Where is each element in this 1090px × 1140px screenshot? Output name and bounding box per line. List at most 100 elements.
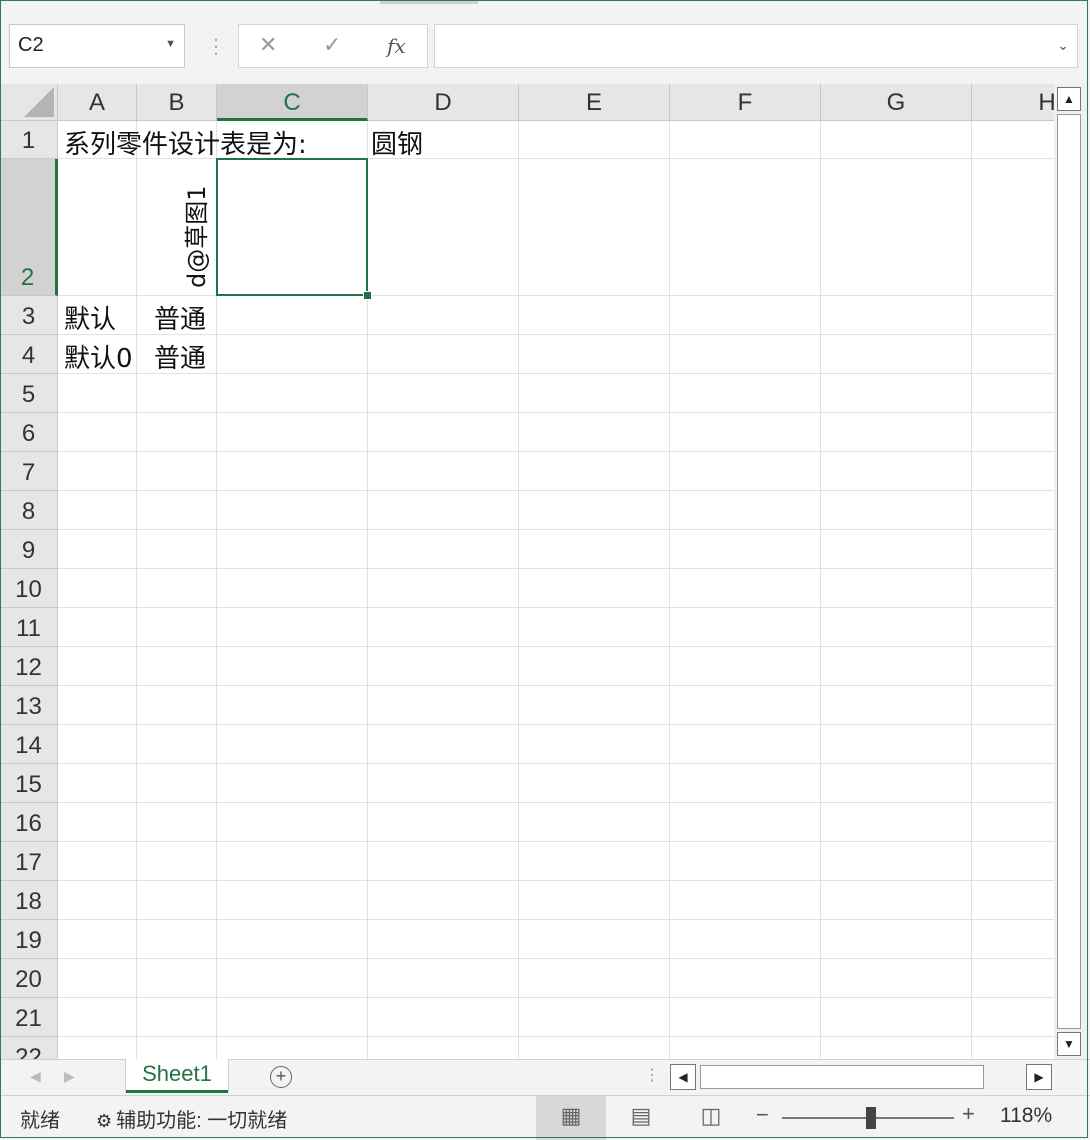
cell-d1[interactable]: 圆钢 <box>371 124 423 161</box>
row-header-7[interactable]: 7 <box>0 452 58 491</box>
name-box[interactable]: C2 ▼ <box>9 24 185 68</box>
status-bar: 就绪 ⚙ 辅助功能: 一切就绪 ▦ ▤ ◫ − + 118% <box>0 1095 1090 1140</box>
page-break-view-icon[interactable]: ◫ <box>676 1096 746 1140</box>
cell-a1[interactable]: 系列零件设计表是为: <box>64 124 307 161</box>
row-header-14[interactable]: 14 <box>0 725 58 764</box>
row-header-4[interactable]: 4 <box>0 335 58 374</box>
enter-icon[interactable]: ✓ <box>323 32 341 58</box>
row-header-12[interactable]: 12 <box>0 647 58 686</box>
row-number: 6 <box>21 420 36 447</box>
scroll-up-icon[interactable]: ▲ <box>1057 87 1081 111</box>
gridline-horizontal <box>58 646 1054 647</box>
cancel-icon[interactable]: ✕ <box>259 32 277 58</box>
column-header-a[interactable]: A <box>58 84 137 121</box>
row-number: 2 <box>20 264 35 291</box>
row-header-16[interactable]: 16 <box>0 803 58 842</box>
row-header-19[interactable]: 19 <box>0 920 58 959</box>
row-number: 7 <box>21 459 36 486</box>
tab-split-handle-icon[interactable]: ⋮ <box>644 1065 660 1085</box>
gridline-horizontal <box>58 724 1054 725</box>
scroll-down-icon[interactable]: ▼ <box>1057 1032 1081 1056</box>
gridline-horizontal <box>58 802 1054 803</box>
zoom-in-icon[interactable]: + <box>962 1101 975 1127</box>
gridline-horizontal <box>58 763 1054 764</box>
row-header-8[interactable]: 8 <box>0 491 58 530</box>
row-header-21[interactable]: 21 <box>0 998 58 1037</box>
row-number: 20 <box>15 966 42 993</box>
prev-sheet-icon[interactable]: ◀ <box>30 1068 41 1085</box>
column-header-b[interactable]: B <box>137 84 217 121</box>
row-header-22[interactable]: 22 <box>0 1037 58 1059</box>
add-sheet-icon[interactable]: + <box>270 1066 292 1088</box>
column-header-c[interactable]: C <box>217 84 368 121</box>
spreadsheet-grid[interactable]: A B C D E F G H 1 2 3 4 5 6 7 8 9 10 11 12 13 14 15 16 17 18 19 20 2… <box>0 84 1054 1059</box>
gridline-horizontal <box>58 451 1054 452</box>
row-header-5[interactable]: 5 <box>0 374 58 413</box>
vertical-scrollbar[interactable]: ▲ ▼ <box>1054 84 1086 1059</box>
cell-a4[interactable]: 默认0 <box>64 338 133 375</box>
gridline-horizontal <box>58 490 1054 491</box>
chevron-down-icon[interactable]: ▼ <box>165 38 176 50</box>
zoom-slider-thumb[interactable] <box>866 1107 876 1129</box>
cell-a3[interactable]: 默认 <box>64 299 116 336</box>
row-number: 9 <box>21 537 36 564</box>
row-number: 1 <box>21 127 36 154</box>
column-header-f[interactable]: F <box>670 84 821 121</box>
gridline-horizontal <box>58 880 1054 881</box>
page-layout-view-icon[interactable]: ▤ <box>606 1096 676 1140</box>
column-header-d[interactable]: D <box>368 84 519 121</box>
accessibility-status[interactable]: ⚙ 辅助功能: 一切就绪 <box>96 1104 287 1133</box>
cell-b3[interactable]: 普通 <box>154 299 206 336</box>
gridline-horizontal <box>58 334 1054 335</box>
column-header-g[interactable]: G <box>821 84 972 121</box>
row-header-1[interactable]: 1 <box>0 121 58 159</box>
gridline-horizontal <box>58 841 1054 842</box>
row-number: 13 <box>15 693 42 720</box>
vertical-scroll-thumb[interactable] <box>1057 114 1081 1029</box>
cell-b4[interactable]: 普通 <box>154 338 206 375</box>
row-header-13[interactable]: 13 <box>0 686 58 725</box>
zoom-level[interactable]: 118% <box>1000 1104 1052 1128</box>
row-number: 21 <box>15 1005 42 1032</box>
row-header-17[interactable]: 17 <box>0 842 58 881</box>
accessibility-icon: ⚙ <box>96 1111 113 1131</box>
row-number: 12 <box>15 654 42 681</box>
horizontal-scrollbar[interactable]: ◀ ▶ <box>670 1064 1054 1090</box>
column-header-e[interactable]: E <box>519 84 670 121</box>
row-header-11[interactable]: 11 <box>0 608 58 647</box>
column-header-h[interactable]: H <box>972 84 1054 121</box>
gridline-horizontal <box>58 997 1054 998</box>
row-number: 22 <box>15 1044 42 1059</box>
scroll-left-icon[interactable]: ◀ <box>670 1064 696 1090</box>
formula-bar: C2 ▼ ⋮ ✕ ✓ fx ⌄ <box>0 4 1090 84</box>
zoom-out-icon[interactable]: − <box>756 1102 769 1128</box>
row-header-6[interactable]: 6 <box>0 413 58 452</box>
insert-function-icon[interactable]: fx <box>387 34 406 58</box>
row-header-15[interactable]: 15 <box>0 764 58 803</box>
cell-b2[interactable]: d@草图1 <box>177 185 212 288</box>
scroll-right-icon[interactable]: ▶ <box>1026 1064 1052 1090</box>
gridline-horizontal <box>58 295 1054 296</box>
expand-formula-icon[interactable]: ⌄ <box>1057 37 1069 54</box>
normal-view-icon[interactable]: ▦ <box>536 1096 606 1140</box>
row-number: 16 <box>15 810 42 837</box>
selected-cell-border <box>216 158 368 296</box>
drag-handle-icon[interactable]: ⋮ <box>206 34 226 59</box>
row-header-9[interactable]: 9 <box>0 530 58 569</box>
horizontal-scroll-thumb[interactable] <box>700 1065 984 1089</box>
row-number: 3 <box>21 303 36 330</box>
row-header-20[interactable]: 20 <box>0 959 58 998</box>
row-header-18[interactable]: 18 <box>0 881 58 920</box>
row-header-10[interactable]: 10 <box>0 569 58 608</box>
fill-handle[interactable] <box>363 291 372 300</box>
gridline-horizontal <box>58 1036 1054 1037</box>
sheet-tab-sheet1[interactable]: Sheet1 <box>126 1059 228 1093</box>
next-sheet-icon[interactable]: ▶ <box>64 1068 75 1085</box>
select-all-corner[interactable] <box>0 84 58 121</box>
formula-buttons: ✕ ✓ fx <box>238 24 428 68</box>
row-header-3[interactable]: 3 <box>0 296 58 335</box>
row-number: 19 <box>15 927 42 954</box>
gridline-horizontal <box>58 373 1054 374</box>
row-header-2[interactable]: 2 <box>0 159 58 296</box>
formula-input[interactable]: ⌄ <box>434 24 1078 68</box>
